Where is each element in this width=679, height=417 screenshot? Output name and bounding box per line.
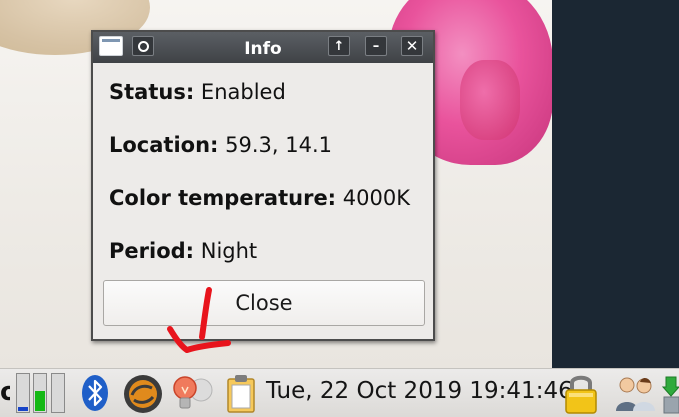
status-value: Enabled xyxy=(200,80,286,104)
close-icon[interactable]: ✕ xyxy=(401,36,423,56)
background-dark-panel xyxy=(552,0,679,368)
taskbar-partial-label: o xyxy=(0,377,10,407)
cpu-meter-2-fill xyxy=(35,391,45,411)
period-value: Night xyxy=(200,239,258,263)
close-button[interactable]: Close xyxy=(103,280,425,326)
update-manager-icon[interactable] xyxy=(122,373,164,415)
location-label: Location: xyxy=(109,133,219,157)
download-icon[interactable] xyxy=(662,373,679,415)
period-line: Period: Night xyxy=(109,239,257,263)
taskbar-clock[interactable]: Tue, 22 Oct 2019 19:41:46 xyxy=(266,378,573,404)
dialog-titlebar[interactable]: Info ↑ – ✕ xyxy=(93,32,433,63)
location-line: Location: 59.3, 14.1 xyxy=(109,133,332,157)
cpu-meter-2[interactable] xyxy=(33,373,47,413)
users-icon[interactable] xyxy=(614,373,658,415)
wallpaper-pink-highlight xyxy=(460,60,520,140)
cpu-meter-1[interactable] xyxy=(16,373,30,413)
lock-icon[interactable] xyxy=(562,371,600,415)
bluetooth-icon[interactable] xyxy=(80,373,110,413)
minimize-icon[interactable]: – xyxy=(365,36,387,56)
color-temperature-label: Color temperature: xyxy=(109,186,337,210)
shade-up-icon[interactable]: ↑ xyxy=(328,36,350,56)
color-temperature-value: 4000K xyxy=(342,186,410,210)
status-label: Status: xyxy=(109,80,195,104)
annotation-arrow-icon xyxy=(167,287,231,353)
cpu-meter-1-fill xyxy=(18,407,28,411)
color-temperature-line: Color temperature: 4000K xyxy=(109,186,410,210)
clipboard-icon[interactable] xyxy=(224,373,258,415)
location-value: 59.3, 14.1 xyxy=(225,133,333,157)
info-dialog: Info ↑ – ✕ Status: Enabled Location: 59.… xyxy=(91,30,435,341)
redshift-lightbulb-icon[interactable] xyxy=(170,373,214,415)
period-label: Period: xyxy=(109,239,195,263)
cpu-meter-3[interactable] xyxy=(51,373,65,413)
taskbar: o Tue, 22 Oct 2019 19:41:46 xyxy=(0,368,679,417)
status-line: Status: Enabled xyxy=(109,80,286,104)
